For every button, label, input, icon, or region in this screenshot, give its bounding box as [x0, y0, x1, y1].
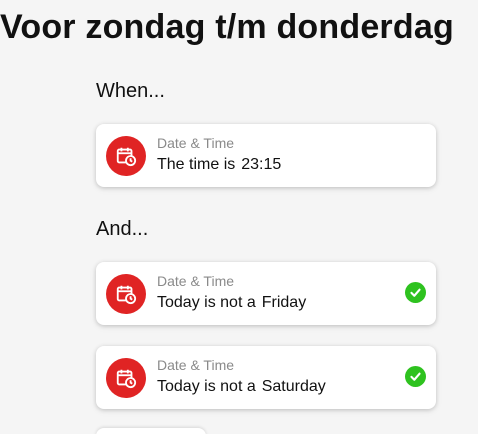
next-card-peek[interactable] — [96, 428, 206, 434]
condition-card-not-saturday[interactable]: Date & Time Today is not a Saturday — [96, 346, 436, 409]
when-section-label: When... — [96, 80, 165, 102]
card-condition-prefix: Today is not a — [157, 294, 256, 311]
card-condition-value: Friday — [261, 294, 307, 311]
flow-page: Voor zondag t/m donderdag When... Date &… — [0, 0, 478, 434]
card-kind-label: Date & Time — [157, 135, 235, 151]
and-section-label: And... — [96, 218, 149, 240]
page-title: Voor zondag t/m donderdag — [0, 8, 454, 46]
card-condition-value: 23:15 — [241, 156, 282, 173]
card-condition-text: Today is not a Saturday — [157, 378, 326, 396]
condition-card-not-friday[interactable]: Date & Time Today is not a Friday — [96, 262, 436, 325]
card-kind-label: Date & Time — [157, 357, 235, 373]
calendar-clock-icon — [106, 136, 146, 176]
card-condition-text: The time is 23:15 — [157, 156, 281, 174]
card-kind-label: Date & Time — [157, 273, 235, 289]
card-condition-prefix: Today is not a — [157, 378, 256, 395]
card-condition-text: Today is not a Friday — [157, 294, 306, 312]
card-condition-prefix: The time is — [157, 156, 236, 173]
check-icon — [405, 366, 426, 387]
calendar-clock-icon — [106, 358, 146, 398]
trigger-card-time[interactable]: Date & Time The time is 23:15 — [96, 124, 436, 187]
check-icon — [405, 282, 426, 303]
calendar-clock-icon — [106, 274, 146, 314]
card-condition-value: Saturday — [261, 378, 326, 395]
